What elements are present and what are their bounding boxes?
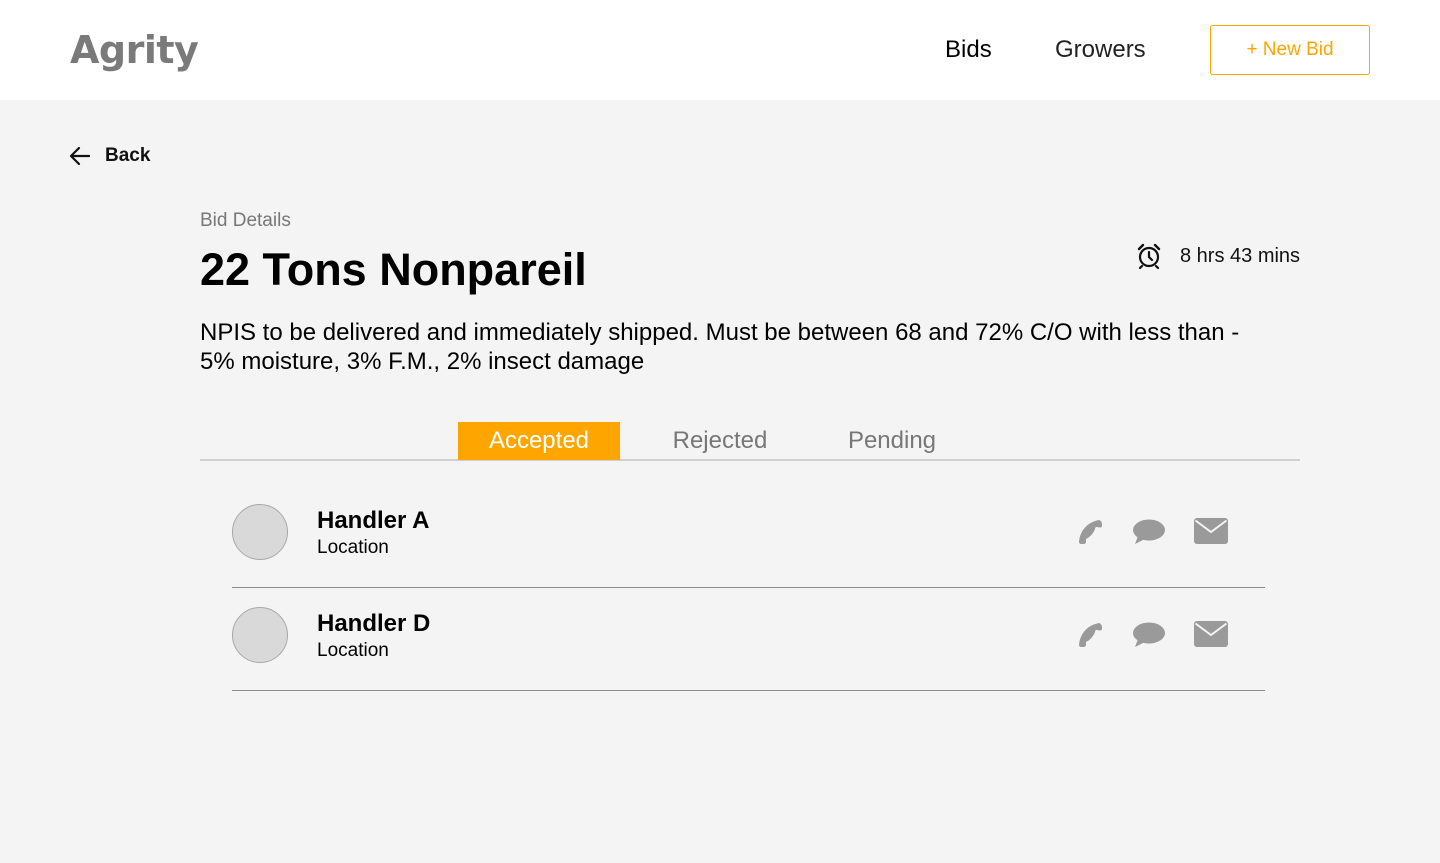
- avatar: [232, 607, 288, 663]
- mail-icon[interactable]: [1194, 518, 1228, 546]
- handler-location: Location: [317, 640, 389, 661]
- list-item[interactable]: Handler D Location: [232, 588, 1265, 691]
- chat-icon[interactable]: [1132, 621, 1166, 649]
- time-remaining-text: 8 hrs 43 mins: [1180, 244, 1301, 267]
- mail-icon[interactable]: [1194, 621, 1228, 649]
- time-remaining: 8 hrs 43 mins: [1136, 242, 1300, 270]
- bid-title: 22 Tons Nonpareil: [200, 244, 587, 295]
- avatar: [232, 504, 288, 560]
- handler-name: Handler A: [317, 507, 430, 534]
- handler-location: Location: [317, 537, 389, 558]
- phone-icon[interactable]: [1077, 518, 1105, 546]
- logo[interactable]: Agrity: [70, 28, 199, 72]
- section-label: Bid Details: [200, 210, 291, 231]
- list-item[interactable]: Handler A Location: [232, 485, 1265, 588]
- new-bid-button[interactable]: + New Bid: [1210, 25, 1370, 75]
- bid-description: NPIS to be delivered and immediately shi…: [200, 318, 1300, 376]
- back-link[interactable]: Back: [68, 144, 150, 168]
- top-header: Agrity Bids Growers + New Bid: [0, 0, 1440, 100]
- alarm-clock-icon: [1137, 243, 1161, 270]
- handler-name: Handler D: [317, 610, 431, 637]
- tab-pending[interactable]: Pending: [832, 422, 952, 460]
- arrow-left-icon: [69, 146, 91, 166]
- nav-growers[interactable]: Growers: [1055, 36, 1146, 64]
- bid-description-line: NPIS to be delivered and immediately shi…: [200, 319, 1240, 346]
- chat-icon[interactable]: [1132, 518, 1166, 546]
- nav-bids[interactable]: Bids: [945, 36, 992, 64]
- tab-accepted[interactable]: Accepted: [458, 422, 620, 460]
- tab-rejected[interactable]: Rejected: [660, 422, 780, 460]
- back-label: Back: [105, 145, 151, 166]
- phone-icon[interactable]: [1077, 621, 1105, 649]
- bid-description-line: 5% moisture, 3% F.M., 2% insect damage: [200, 348, 645, 375]
